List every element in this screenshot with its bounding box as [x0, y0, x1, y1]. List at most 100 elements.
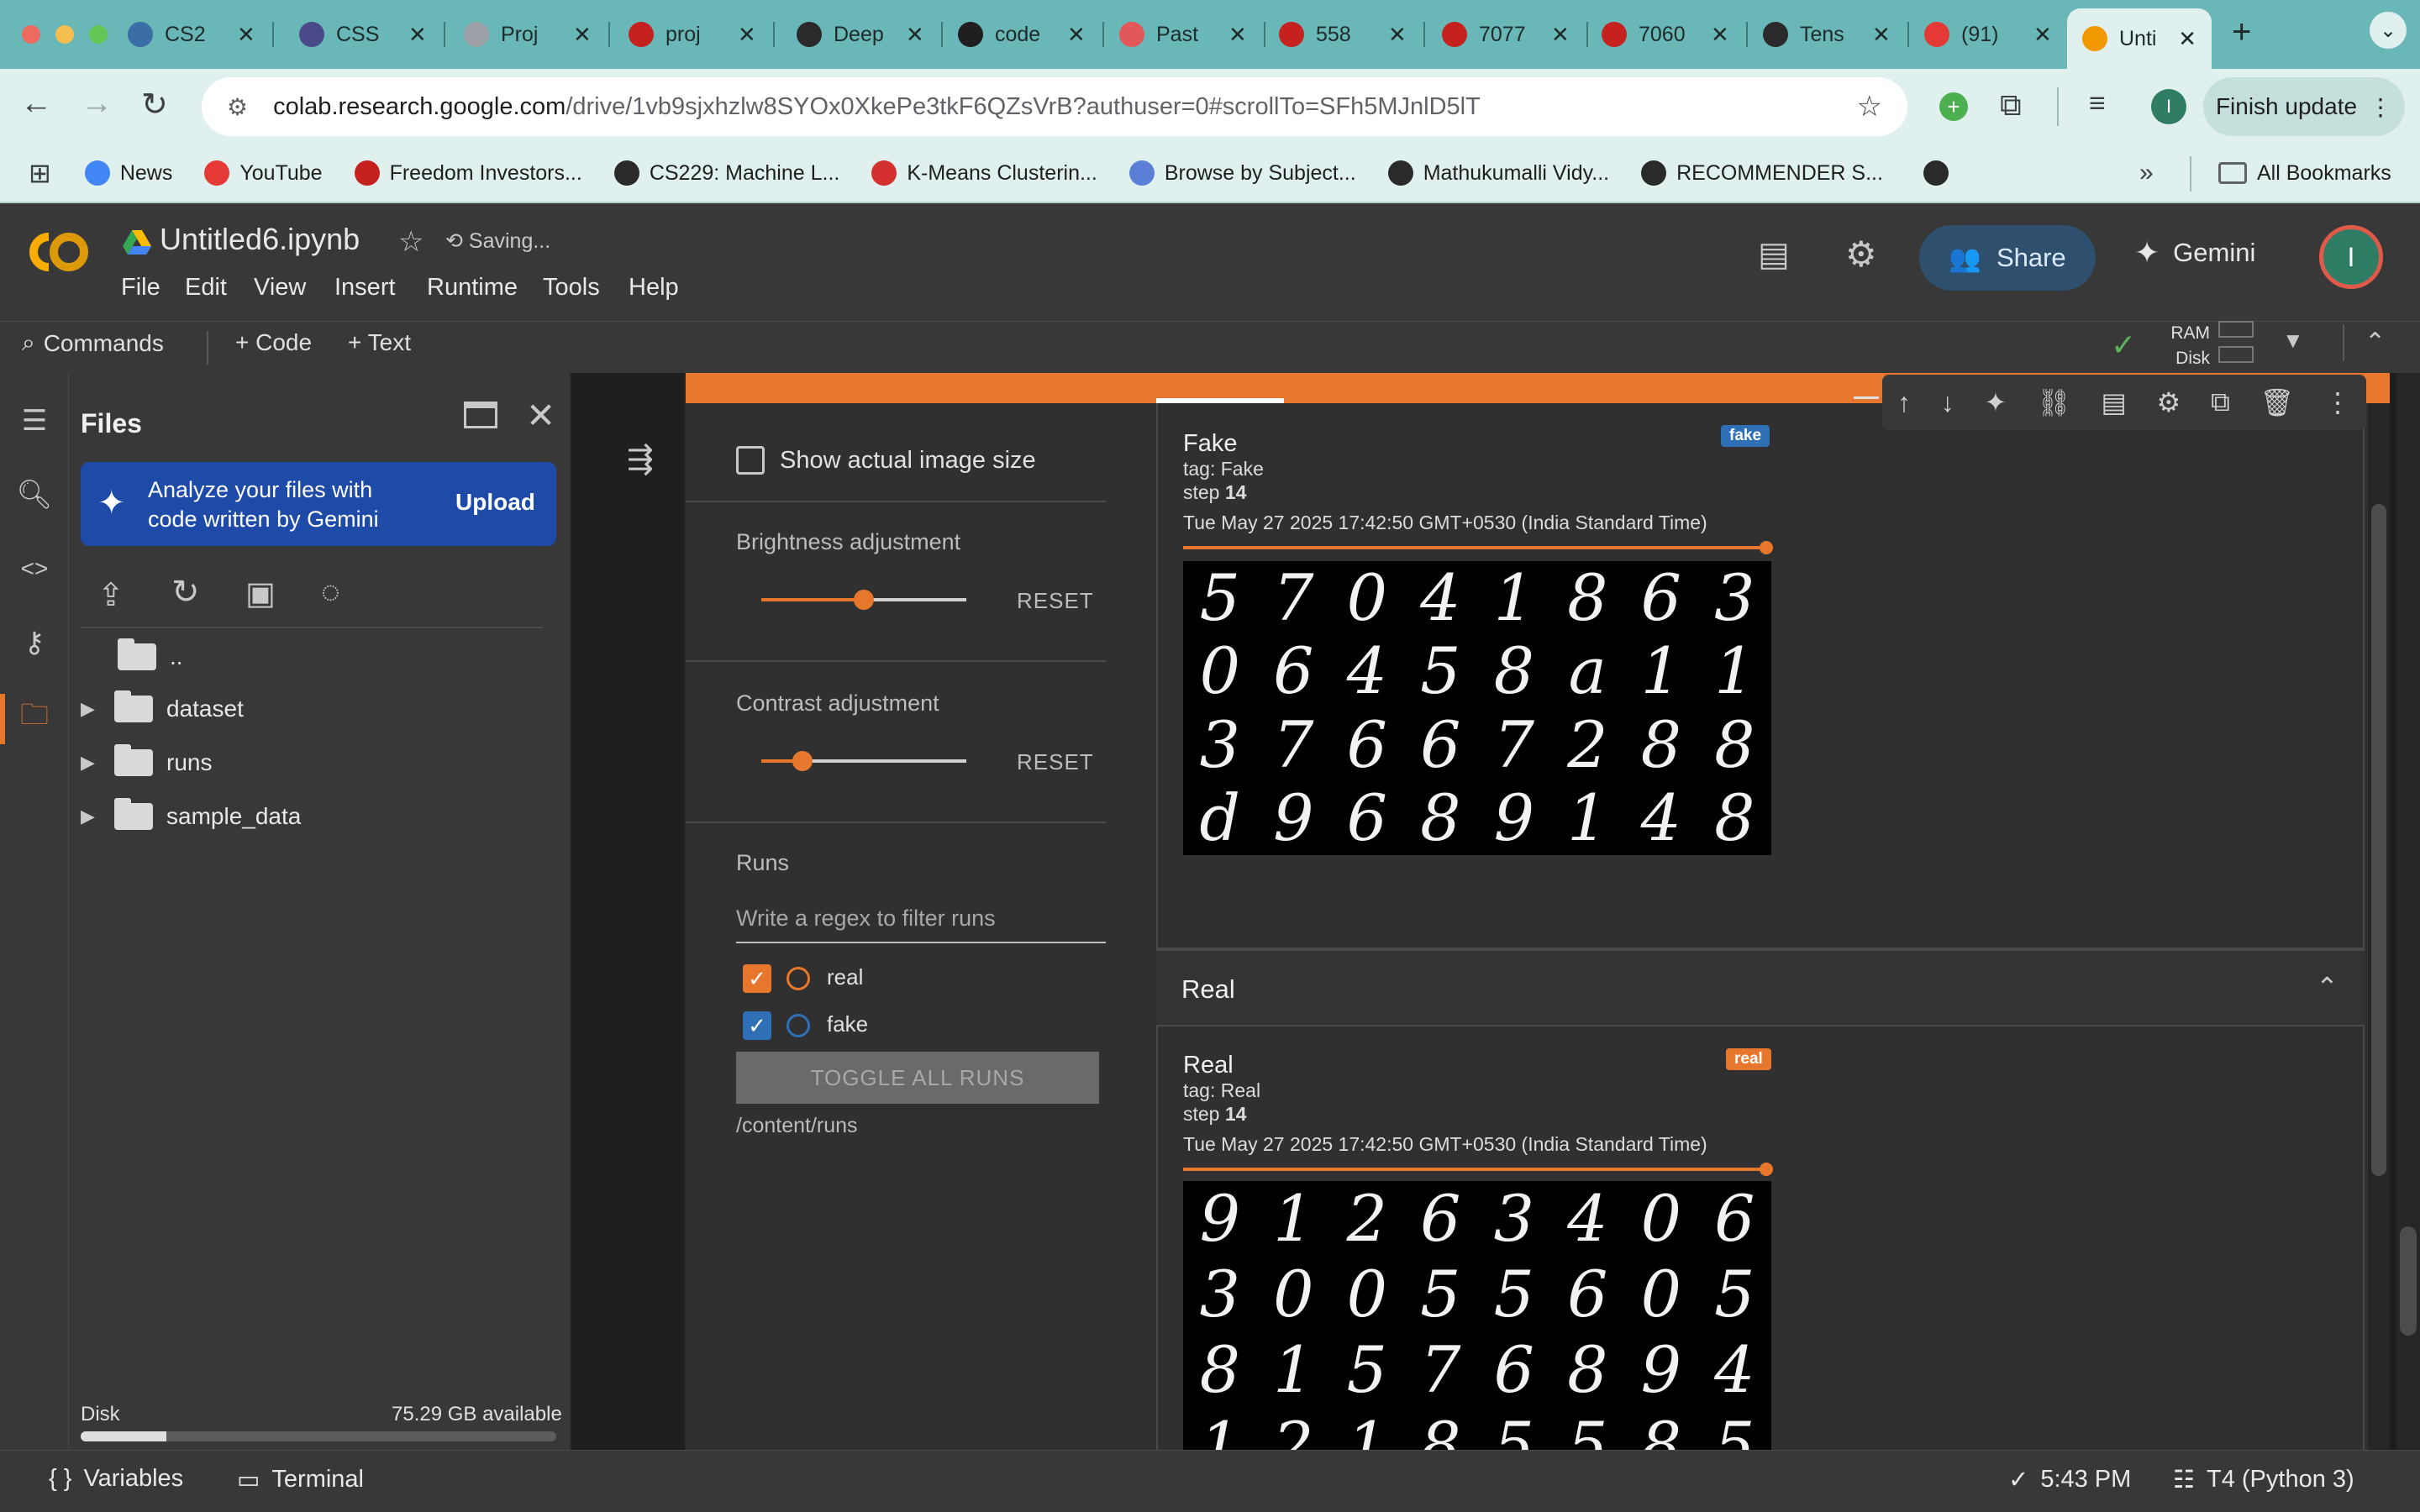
close-tab-icon[interactable]: ✕	[906, 22, 924, 48]
browser-tab[interactable]: Unti ✕	[2067, 8, 2212, 69]
apps-grid-icon[interactable]: ⊞	[29, 157, 51, 189]
run-color-circle-icon[interactable]	[786, 1014, 810, 1037]
add-code-button[interactable]: + Code	[235, 329, 312, 356]
cell-settings-gear-icon[interactable]: ⚙	[2156, 386, 2181, 418]
close-tab-icon[interactable]: ✕	[1228, 22, 1247, 48]
bookmark-item[interactable]: YouTube	[204, 160, 323, 186]
real-step-knob[interactable]	[1760, 1163, 1773, 1176]
browser-tab[interactable]: CS2 ✕	[113, 8, 274, 60]
tensorboard-scroll-thumb[interactable]	[2371, 504, 2386, 1176]
share-button[interactable]: 👥 Share	[1919, 225, 2096, 291]
close-tab-icon[interactable]: ✕	[1551, 22, 1570, 48]
close-tab-icon[interactable]: ✕	[1067, 22, 1086, 48]
table-of-contents-icon[interactable]: ☰	[13, 400, 55, 442]
menu-file[interactable]: File	[121, 274, 160, 302]
forward-arrow-icon[interactable]: →	[81, 86, 113, 122]
settings-gear-icon[interactable]: ⚙	[1845, 234, 1877, 275]
notebook-scroll-thumb[interactable]	[2400, 1226, 2417, 1336]
bookmark-item[interactable]: RECOMMENDER S...	[1641, 160, 1883, 186]
contrast-slider[interactable]	[761, 751, 966, 771]
link-icon[interactable]: ⛓	[2037, 386, 2071, 418]
file-tree-row[interactable]: ..	[118, 632, 183, 682]
browser-tab[interactable]: (91) ✕	[1909, 8, 2070, 60]
collapse-header-icon[interactable]: ⌃	[2365, 328, 2386, 357]
real-step-slider[interactable]	[1183, 1168, 1766, 1171]
collapse-chevron-icon[interactable]: ⌃	[2316, 971, 2338, 1003]
more-vert-icon[interactable]: ⋮	[2324, 386, 2351, 418]
browser-tab[interactable]: CSS ✕	[284, 8, 445, 60]
browser-tab[interactable]: proj ✕	[613, 8, 775, 60]
files-folder-icon[interactable]: 🗀	[13, 697, 55, 739]
bookmark-item[interactable]: Browse by Subject...	[1128, 160, 1356, 186]
address-bar[interactable]: ⚙ colab.research.google.com/drive/1vb9sj…	[202, 77, 1907, 136]
site-settings-icon[interactable]: ⚙	[227, 93, 248, 121]
close-tab-icon[interactable]: ✕	[1388, 22, 1407, 48]
upload-file-icon[interactable]: ⇪	[97, 576, 124, 614]
regex-filter-input[interactable]: Write a regex to filter runs	[736, 906, 1106, 943]
resources-dropdown-icon[interactable]: ▼	[2282, 328, 2304, 354]
bookmark-item[interactable]: Mathukumalli Vidy...	[1387, 160, 1609, 186]
openai-bookmark-icon[interactable]	[1923, 160, 1949, 186]
run-color-circle-icon[interactable]	[786, 967, 810, 990]
upload-button[interactable]: Upload	[455, 489, 535, 516]
browser-tab[interactable]: Past ✕	[1104, 8, 1265, 60]
brightness-knob[interactable]	[854, 590, 874, 610]
expand-caret-icon[interactable]: ▶	[81, 698, 106, 720]
variables-button[interactable]: { } Variables	[49, 1465, 183, 1493]
commands-button[interactable]: ⌕ Commands	[22, 329, 164, 357]
close-tab-icon[interactable]: ✕	[573, 22, 592, 48]
minimize-window-button[interactable]	[55, 25, 74, 44]
browser-tab[interactable]: Deep ✕	[781, 8, 943, 60]
add-text-button[interactable]: + Text	[348, 329, 411, 356]
brightness-reset-button[interactable]: RESET	[1017, 588, 1094, 614]
execution-time[interactable]: ✓ 5:43 PM	[2008, 1465, 2131, 1494]
file-tree-row[interactable]: ▶ dataset	[81, 684, 244, 734]
brightness-slider[interactable]	[761, 590, 966, 610]
contrast-knob[interactable]	[792, 751, 813, 771]
toggle-all-runs-button[interactable]: TOGGLE ALL RUNS	[736, 1052, 1099, 1104]
delete-trash-icon[interactable]: 🗑︎	[2260, 386, 2295, 418]
refresh-icon[interactable]: ↻	[171, 573, 200, 612]
fake-step-knob[interactable]	[1760, 541, 1773, 554]
open-in-tab-icon[interactable]	[464, 402, 497, 428]
resources-labels[interactable]: RAM Disk	[2168, 321, 2210, 371]
gemini-button[interactable]: ✦ Gemini	[2134, 235, 2255, 270]
show-actual-size-checkbox[interactable]	[736, 446, 765, 475]
bookmark-item[interactable]: CS229: Machine L...	[613, 160, 839, 186]
account-avatar[interactable]: I	[2319, 225, 2383, 289]
more-bookmarks-chevron-icon[interactable]: »	[2139, 159, 2154, 187]
terminal-button[interactable]: ▭ Terminal	[237, 1465, 364, 1494]
browser-tab[interactable]: 7060 ✕	[1586, 8, 1748, 60]
hide-files-icon[interactable]: ◌	[321, 575, 340, 611]
close-tab-icon[interactable]: ✕	[2033, 22, 2052, 48]
menu-insert[interactable]: Insert	[334, 274, 396, 302]
run-fake-checkbox[interactable]: ✓	[743, 1011, 771, 1040]
profile-avatar[interactable]: I	[2151, 89, 2186, 124]
browser-tab[interactable]: 558 ✕	[1264, 8, 1425, 60]
fake-step-slider[interactable]	[1183, 546, 1766, 549]
close-tab-icon[interactable]: ✕	[1711, 22, 1729, 48]
menu-tools[interactable]: Tools	[543, 274, 600, 302]
all-bookmarks-button[interactable]: All Bookmarks	[2218, 161, 2391, 186]
code-snippets-icon[interactable]: <>	[13, 548, 55, 590]
star-notebook-icon[interactable]: ☆	[398, 225, 424, 259]
notebook-title[interactable]: Untitled6.ipynb	[160, 222, 360, 257]
close-tab-icon[interactable]: ✕	[237, 22, 255, 48]
find-replace-icon[interactable]: 🔍︎	[13, 474, 55, 516]
new-tab-button[interactable]: +	[2232, 13, 2251, 51]
gemini-sparkle-icon[interactable]: ✦	[1984, 386, 2007, 418]
close-icon[interactable]: ✕	[526, 395, 555, 436]
colab-logo-icon[interactable]	[24, 227, 94, 277]
back-arrow-icon[interactable]: ←	[20, 86, 52, 122]
close-tab-icon[interactable]: ✕	[1872, 22, 1891, 48]
browser-tab[interactable]: 7077 ✕	[1427, 8, 1588, 60]
bookmark-item[interactable]: News	[84, 160, 172, 186]
menu-runtime[interactable]: Runtime	[427, 274, 518, 302]
file-tree-row[interactable]: ▶ runs	[81, 738, 212, 788]
bookmark-item[interactable]: Freedom Investors...	[354, 160, 582, 186]
runtime-info[interactable]: ☷ T4 (Python 3)	[2173, 1465, 2354, 1494]
file-tree-row[interactable]: ▶ sample_data	[81, 791, 301, 842]
close-window-button[interactable]	[22, 25, 40, 44]
move-down-arrow-icon[interactable]: ↓	[1941, 387, 1954, 418]
finish-update-button[interactable]: Finish update ⋮	[2203, 77, 2405, 136]
